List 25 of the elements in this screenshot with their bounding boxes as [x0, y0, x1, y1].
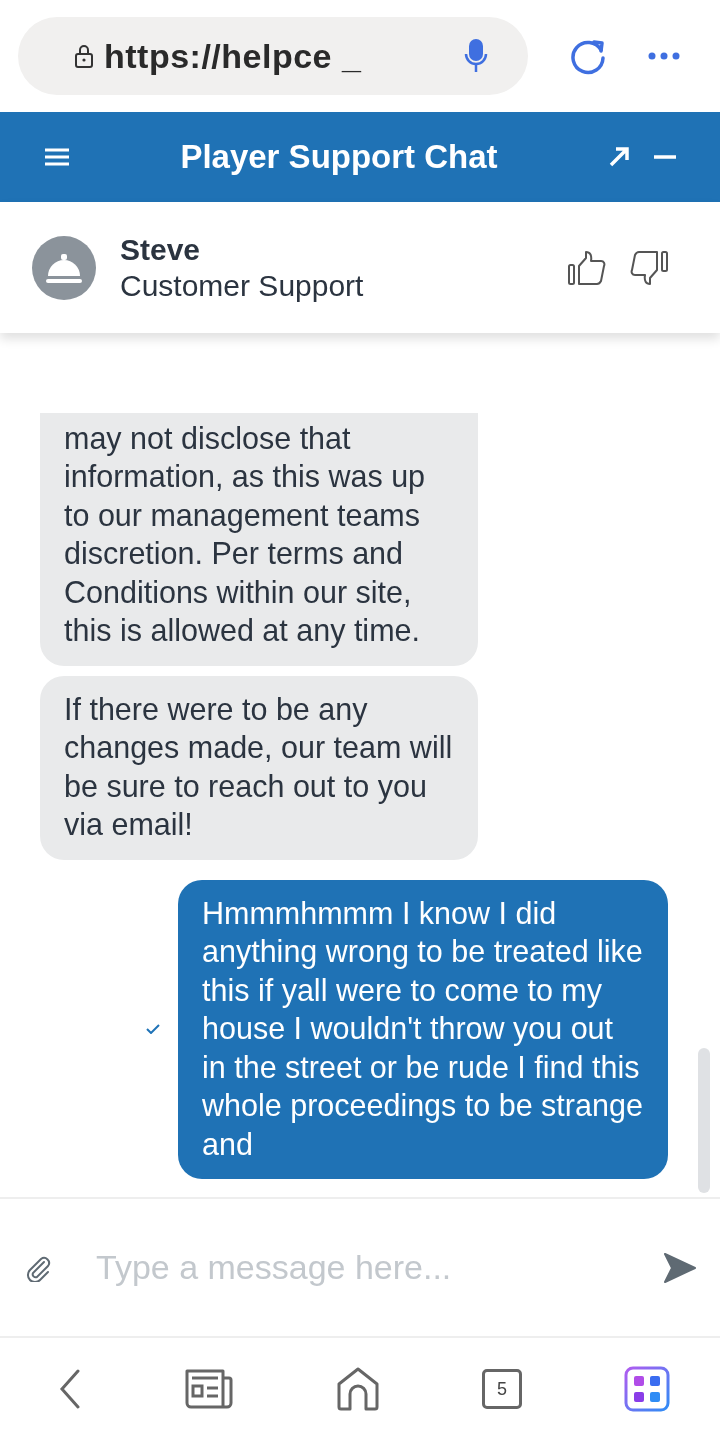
more-icon[interactable]: [648, 52, 680, 60]
news-icon[interactable]: [184, 1368, 234, 1410]
agent-role: Customer Support: [120, 268, 365, 303]
address-bar[interactable]: https://helpce _: [18, 17, 528, 95]
agent-message: If there were to be any changes made, our team will be sure to reach out to you via email!: [40, 675, 478, 860]
chat-title: Player Support Chat: [179, 138, 499, 176]
apps-icon[interactable]: [624, 1366, 670, 1412]
menu-icon[interactable]: [44, 147, 70, 167]
agent-name: Steve: [120, 232, 202, 267]
scrollbar[interactable]: [698, 1048, 710, 1193]
agent-message: may not disclose that information, as this was up to our management teams discretion. Per terms and Conditions within our site, this is allowed at any time.: [40, 412, 478, 666]
send-icon[interactable]: [664, 1252, 696, 1283]
url-text: https://helpce _: [104, 36, 363, 76]
bell-avatar-icon: [32, 235, 96, 300]
microphone-icon[interactable]: [464, 38, 488, 74]
home-icon[interactable]: [336, 1366, 380, 1412]
tab-count-button[interactable]: 5: [482, 1369, 522, 1409]
lock-icon: [74, 44, 94, 68]
message-input[interactable]: Type a message here...: [94, 1247, 622, 1288]
user-message: Hmmmhmmm I know I did anything wrong to be treated like this if yall were to come to my house I wouldn't throw you out in the street or be rude I find this whole proceedings to be strange and: [178, 879, 668, 1179]
expand-icon[interactable]: [608, 146, 630, 168]
check-icon: [146, 1024, 160, 1035]
back-icon[interactable]: [58, 1369, 82, 1409]
thumbs-up-icon[interactable]: [568, 249, 606, 286]
thumbs-down-icon[interactable]: [630, 249, 668, 286]
